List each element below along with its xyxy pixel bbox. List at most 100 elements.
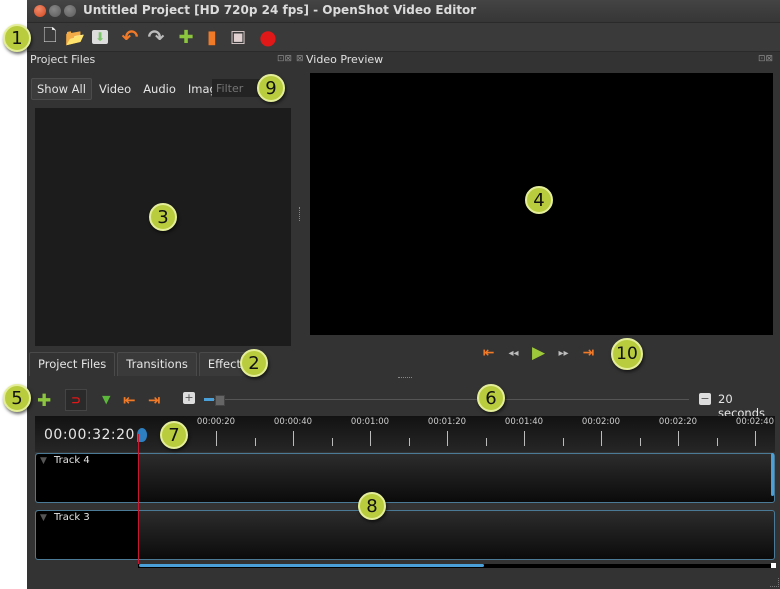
playback-controls: ⇤ ◂◂ ▶ ▸▸ ⇥ xyxy=(480,343,597,363)
undo-button[interactable]: ↶ xyxy=(120,25,140,49)
undo-icon: ↶ xyxy=(121,25,139,49)
ruler-major-tick xyxy=(601,431,602,446)
callout-7: 7 xyxy=(160,421,188,449)
ruler-major-tick xyxy=(216,431,217,446)
ruler-tick-label: 00:02:20 xyxy=(658,417,698,427)
video-preview-dock-left-control[interactable]: ⊠ xyxy=(296,54,304,64)
dock-tabs: Project Files Transitions Effects xyxy=(29,352,258,376)
previous-marker-button[interactable]: ⇤ xyxy=(123,391,136,409)
redo-button[interactable]: ↷ xyxy=(146,25,166,49)
track-name: Track 4 xyxy=(54,455,90,466)
fullscreen-button[interactable]: ▣ xyxy=(228,27,248,47)
ruler-major-tick xyxy=(370,431,371,446)
track-header[interactable]: ▼ Track 3 xyxy=(36,511,139,559)
new-project-button[interactable]: 🗋 xyxy=(40,26,60,47)
tab-transitions[interactable]: Transitions xyxy=(117,352,197,376)
playhead-line xyxy=(138,434,139,564)
new-project-icon: 🗋 xyxy=(43,25,57,46)
track-collapse-icon[interactable]: ▼ xyxy=(40,456,47,466)
main-toolbar: 🗋 📂 ⬇ ↶ ↷ ✚ ▮ ▣ ● xyxy=(27,23,780,52)
fullscreen-icon: ▣ xyxy=(229,27,247,47)
vertical-splitter-handle[interactable] xyxy=(299,207,302,221)
ruler-tick-label: 00:02:00 xyxy=(581,417,621,427)
filter-audio[interactable]: Audio xyxy=(138,79,181,99)
callout-3: 3 xyxy=(149,203,177,231)
ruler-minor-tick xyxy=(485,438,487,446)
redo-icon: ↷ xyxy=(147,25,165,49)
track-header[interactable]: ▼ Track 4 xyxy=(36,454,139,502)
play-button[interactable]: ▶ xyxy=(530,343,547,363)
next-marker-button[interactable]: ⇥ xyxy=(148,391,161,409)
save-project-button[interactable]: ⬇ xyxy=(90,27,110,47)
ruler-major-tick xyxy=(678,431,679,446)
ruler-minor-tick xyxy=(562,438,564,446)
scroll-corner xyxy=(771,563,776,568)
filter-video[interactable]: Video xyxy=(94,79,136,99)
add-track-button[interactable]: ✚ xyxy=(37,391,51,411)
track-row[interactable]: ▼ Track 3 xyxy=(35,510,775,560)
callout-10: 10 xyxy=(611,338,643,370)
callout-8: 8 xyxy=(358,492,386,520)
horizontal-splitter-handle[interactable] xyxy=(398,377,412,380)
choose-profile-button[interactable]: ▮ xyxy=(202,26,222,48)
ruler-tick-label: 00:01:20 xyxy=(427,417,467,427)
callout-6: 6 xyxy=(477,384,505,412)
add-marker-button[interactable]: ▼ xyxy=(102,393,110,406)
track-name: Track 3 xyxy=(54,512,90,523)
video-preview-dock-title: Video Preview xyxy=(306,53,384,66)
zoom-slider-thumb[interactable] xyxy=(215,395,225,406)
ruler-major-tick xyxy=(755,431,756,446)
import-files-icon: ✚ xyxy=(178,26,194,48)
ruler-major-tick xyxy=(447,431,448,446)
ruler-tick-label: 00:01:40 xyxy=(504,417,544,427)
callout-1: 1 xyxy=(3,24,31,52)
save-project-icon: ⬇ xyxy=(92,30,108,44)
maximize-window-button[interactable] xyxy=(64,5,76,17)
zoom-in-button[interactable]: + xyxy=(183,392,195,404)
ruler-minor-tick xyxy=(331,438,333,446)
jump-end-button[interactable]: ⇥ xyxy=(580,345,597,361)
title-bar: Untitled Project [HD 720p 24 fps] - Open… xyxy=(27,0,780,23)
close-window-button[interactable] xyxy=(34,5,46,17)
jump-start-button[interactable]: ⇤ xyxy=(480,345,497,361)
resize-grip[interactable] xyxy=(770,578,779,587)
track-collapse-icon[interactable]: ▼ xyxy=(40,513,47,523)
zoom-slider-fill xyxy=(204,398,214,401)
ruler-tick-label: 00:00:20 xyxy=(196,417,236,427)
timeline-vertical-scrollbar[interactable] xyxy=(771,453,774,496)
zoom-out-button[interactable]: − xyxy=(699,393,711,405)
callout-5: 5 xyxy=(3,384,31,412)
ruler-tick-label: 00:01:00 xyxy=(350,417,390,427)
ruler-major-tick xyxy=(524,431,525,446)
open-project-icon: 📂 xyxy=(65,27,85,47)
project-files-dock-title: Project Files xyxy=(30,53,96,66)
ruler-tick-label: 00:00:40 xyxy=(273,417,313,427)
timeline-horizontal-scrollbar[interactable] xyxy=(139,564,484,567)
track-row[interactable]: ▼ Track 4 xyxy=(35,453,775,503)
timeline-toolbar: ✚ ⊃ ▼ ⇤ ⇥ + xyxy=(27,387,780,413)
ruler-tick-label: 00:02:40 xyxy=(735,417,775,427)
snapping-button[interactable]: ⊃ xyxy=(65,389,87,411)
video-preview-dock-controls[interactable]: ⊡⊠ xyxy=(758,54,773,64)
tab-project-files[interactable]: Project Files xyxy=(29,352,116,376)
import-files-button[interactable]: ✚ xyxy=(176,26,196,48)
timeline-ruler[interactable]: 00:00:32:20 00:00:20 00:00:40 00:01:00 00:0… xyxy=(35,416,775,452)
filter-show-all[interactable]: Show All xyxy=(31,78,92,100)
callout-2: 2 xyxy=(240,349,268,377)
minimize-window-button[interactable] xyxy=(49,5,61,17)
choose-profile-icon: ▮ xyxy=(207,26,217,48)
export-video-button[interactable]: ● xyxy=(258,25,278,49)
ruler-minor-tick xyxy=(254,438,256,446)
ruler-minor-tick xyxy=(716,438,718,446)
current-timecode: 00:00:32:20 xyxy=(44,427,135,443)
ruler-minor-tick xyxy=(408,438,410,446)
zoom-slider-track[interactable] xyxy=(204,399,689,400)
export-video-icon: ● xyxy=(259,25,277,49)
rewind-button[interactable]: ◂◂ xyxy=(505,348,522,359)
file-filter-buttons: Show All Video Audio Image xyxy=(31,78,231,100)
callout-4: 4 xyxy=(525,186,553,214)
main-window: Untitled Project [HD 720p 24 fps] - Open… xyxy=(27,0,780,589)
fast-forward-button[interactable]: ▸▸ xyxy=(555,348,572,359)
project-files-dock-controls[interactable]: ⊡⊠ xyxy=(277,54,292,64)
open-project-button[interactable]: 📂 xyxy=(65,27,85,47)
